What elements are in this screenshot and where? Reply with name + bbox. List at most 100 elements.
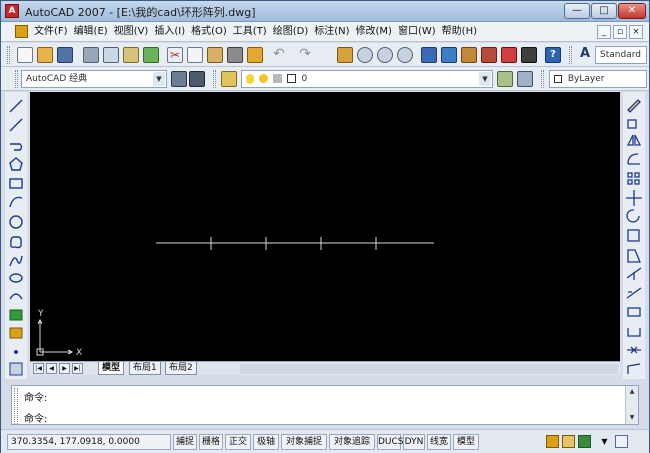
last-tab-button[interactable]: ▶|	[72, 363, 83, 374]
toolbar-grip[interactable]	[569, 46, 572, 64]
clean-screen-icon[interactable]	[615, 435, 628, 448]
save-workspace-icon[interactable]	[189, 71, 205, 87]
properties-icon[interactable]	[421, 47, 437, 63]
make-layer-current-icon[interactable]	[497, 71, 513, 87]
maximize-button[interactable]: □	[591, 3, 617, 19]
stretch-icon[interactable]	[627, 249, 641, 263]
dyn-button[interactable]: DYN	[403, 434, 425, 450]
rectangle-tool-icon[interactable]	[9, 178, 23, 189]
menu-window[interactable]: 窗口(W)	[395, 22, 439, 42]
minimize-button[interactable]: —	[564, 3, 590, 19]
copy-object-icon[interactable]	[627, 119, 637, 129]
doc-close-button[interactable]: ×	[629, 25, 643, 39]
autocad-app-icon[interactable]: A	[5, 4, 19, 18]
menu-draw[interactable]: 绘图(D)	[270, 22, 312, 42]
join-icon[interactable]	[627, 328, 641, 337]
horizontal-scrollbar[interactable]	[240, 364, 618, 374]
block-editor-icon[interactable]	[247, 47, 263, 63]
trim-icon[interactable]	[626, 267, 642, 280]
command-scrollbar[interactable]: ▲ ▼	[625, 386, 638, 424]
sheet-set-icon[interactable]	[481, 47, 497, 63]
extend-icon[interactable]	[626, 287, 642, 299]
redo-icon[interactable]: ↷	[297, 47, 313, 63]
menu-help[interactable]: 帮助(H)	[439, 22, 480, 42]
command-prompt[interactable]: 命令:	[24, 410, 47, 425]
offset-icon[interactable]	[627, 153, 640, 165]
color-dropdown[interactable]: ByLayer	[549, 70, 647, 88]
menu-modify[interactable]: 修改(M)	[353, 22, 395, 42]
ellipse-tool-icon[interactable]	[9, 273, 23, 283]
close-button[interactable]: ✕	[618, 3, 646, 19]
polyline-tool-icon[interactable]	[10, 143, 23, 151]
ortho-button[interactable]: 正交	[225, 434, 251, 450]
toolbar-grip[interactable]	[213, 70, 216, 88]
command-window-grip[interactable]	[14, 388, 18, 424]
polygon-tool-icon[interactable]	[9, 157, 23, 171]
text-style-icon[interactable]: A	[577, 47, 593, 63]
3d-dwf-icon[interactable]	[143, 47, 159, 63]
tab-model[interactable]: 模型	[98, 362, 125, 375]
rotate-icon[interactable]	[626, 209, 640, 223]
menu-edit[interactable]: 编辑(E)	[71, 22, 111, 42]
mirror-icon[interactable]	[626, 134, 642, 146]
menu-dimension[interactable]: 标注(N)	[311, 22, 352, 42]
menu-tools[interactable]: 工具(T)	[230, 22, 270, 42]
layer-properties-icon[interactable]	[221, 71, 237, 87]
toolbar-grip[interactable]	[541, 70, 544, 88]
lineweight-button[interactable]: 线宽	[427, 434, 451, 450]
markup-icon[interactable]	[501, 47, 517, 63]
cut-icon[interactable]: ✂	[167, 47, 183, 63]
undo-icon[interactable]: ↶	[271, 47, 287, 63]
lock-toolbar-icon[interactable]	[562, 435, 575, 448]
scroll-up-icon[interactable]: ▲	[626, 386, 638, 398]
coordinate-display[interactable]: 370.3354, 177.0918, 0.0000	[7, 434, 171, 450]
command-window[interactable]: 命令: 命令: ▲ ▼	[11, 385, 639, 425]
tab-layout1[interactable]: 布局1	[129, 362, 161, 375]
ellipse-arc-icon[interactable]	[9, 293, 23, 300]
point-tool-icon[interactable]	[14, 350, 18, 354]
spline-tool-icon[interactable]	[9, 255, 23, 267]
workspace-settings-icon[interactable]	[171, 71, 187, 87]
save-icon[interactable]	[57, 47, 73, 63]
make-block-icon[interactable]	[9, 327, 23, 339]
array-icon[interactable]	[627, 172, 633, 178]
revision-cloud-icon[interactable]	[10, 236, 22, 249]
line-tool-icon[interactable]	[9, 99, 23, 113]
paste-icon[interactable]	[207, 47, 223, 63]
construction-line-icon[interactable]	[9, 118, 23, 132]
tool-palettes-icon[interactable]	[461, 47, 477, 63]
doc-minimize-button[interactable]: _	[597, 25, 611, 39]
zoom-previous-icon[interactable]	[397, 47, 413, 63]
scroll-down-icon[interactable]: ▼	[626, 412, 638, 424]
next-tab-button[interactable]: ▶	[59, 363, 70, 374]
publish-icon[interactable]	[123, 47, 139, 63]
workspace-dropdown[interactable]: AutoCAD 经典 ▼	[21, 70, 167, 88]
chamfer-icon[interactable]	[627, 346, 641, 354]
toolbar-grip[interactable]	[7, 46, 10, 64]
first-tab-button[interactable]: |◀	[33, 363, 44, 374]
tab-layout2[interactable]: 布局2	[165, 362, 197, 375]
plot-preview-icon[interactable]	[103, 47, 119, 63]
break-icon[interactable]	[627, 307, 641, 317]
communication-center-icon[interactable]	[546, 435, 559, 448]
otrack-button[interactable]: 对象追踪	[329, 434, 375, 450]
trusted-dwg-icon[interactable]	[578, 435, 591, 448]
circle-tool-icon[interactable]	[9, 215, 23, 229]
design-center-icon[interactable]	[441, 47, 457, 63]
menu-insert[interactable]: 插入(I)	[151, 22, 188, 42]
zoom-window-icon[interactable]	[377, 47, 393, 63]
arc-tool-icon[interactable]	[9, 196, 23, 208]
polar-button[interactable]: 极轴	[253, 434, 279, 450]
text-style-dropdown[interactable]: Standard	[595, 46, 647, 64]
insert-block-icon[interactable]	[9, 309, 23, 321]
erase-icon[interactable]	[627, 99, 641, 113]
fillet-icon[interactable]	[627, 363, 641, 374]
layer-previous-icon[interactable]	[517, 71, 533, 87]
snap-button[interactable]: 捕捉	[173, 434, 197, 450]
scale-icon[interactable]	[627, 229, 640, 242]
menu-file[interactable]: 文件(F)	[31, 22, 71, 42]
copy-icon[interactable]	[187, 47, 203, 63]
open-file-icon[interactable]	[37, 47, 53, 63]
move-icon[interactable]	[626, 190, 642, 206]
hatch-tool-icon[interactable]	[9, 362, 23, 376]
